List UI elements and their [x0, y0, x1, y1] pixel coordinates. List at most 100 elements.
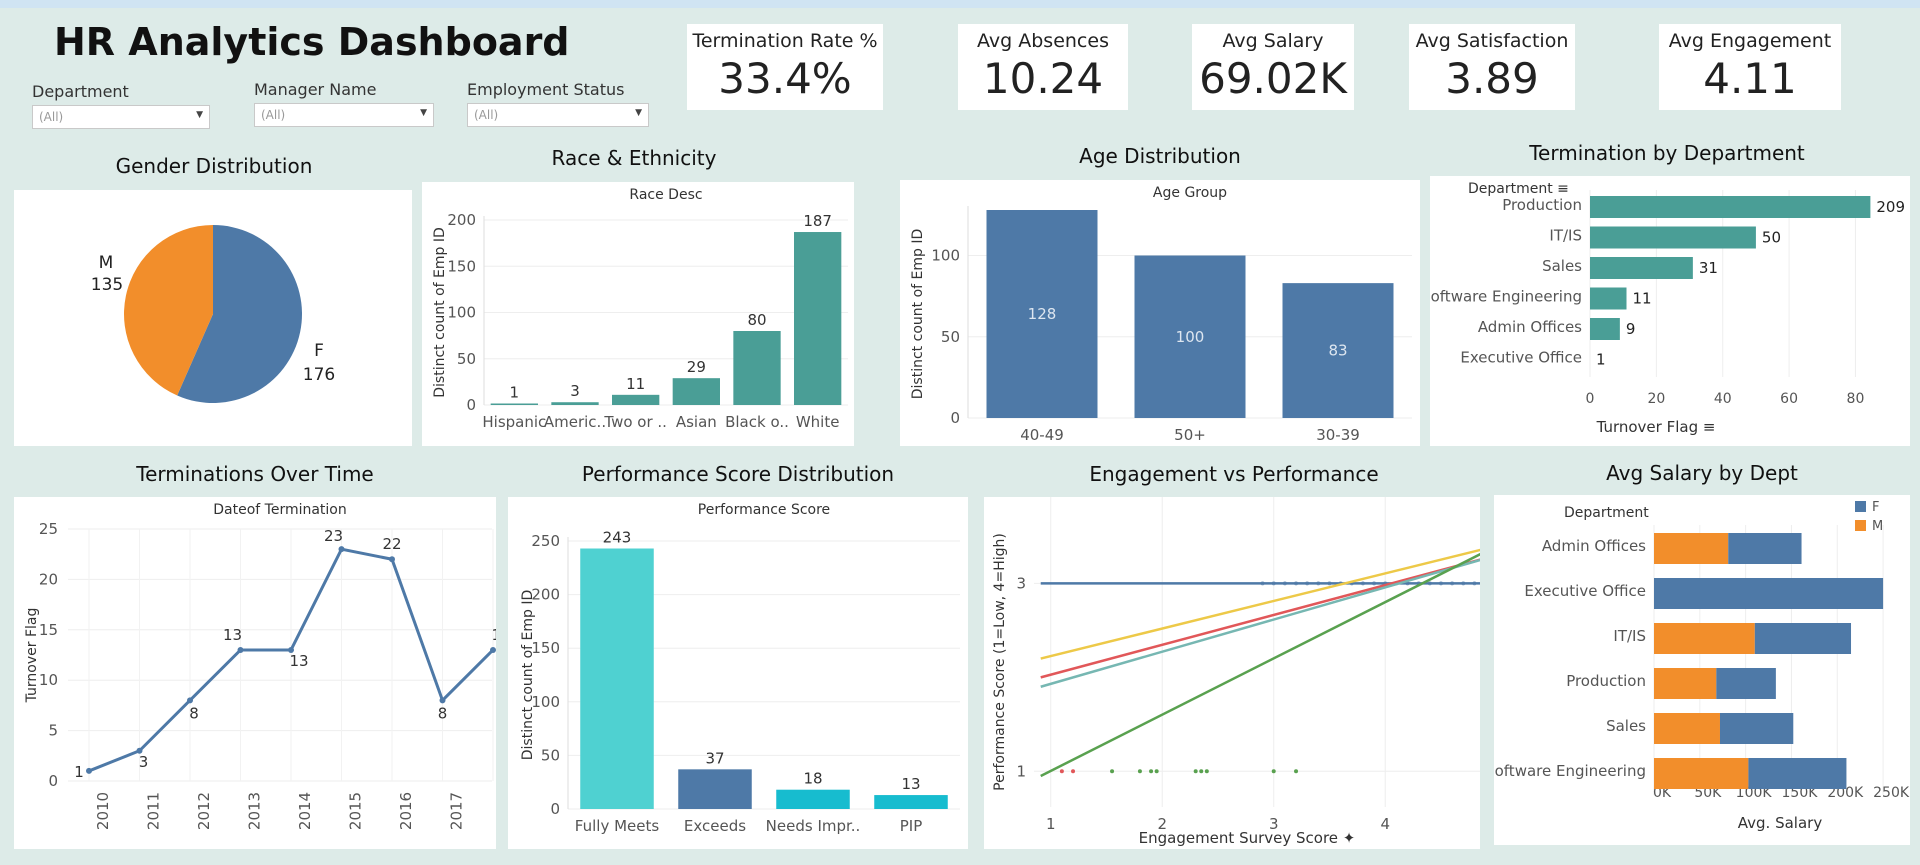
filter-dropdown[interactable]: (All) ▼ [32, 105, 210, 129]
kpi-value: 4.11 [1703, 54, 1797, 103]
salary-dept-bar-chart[interactable]: Department FM0K 50K 100K 150K 200K 250KAdmin O… [1485, 495, 1910, 845]
data-point [490, 646, 496, 653]
y-tick-label: 0 [466, 396, 476, 414]
bar-segment-m [1654, 758, 1749, 789]
y-tick-label: Production [1502, 196, 1582, 214]
data-point [439, 697, 446, 704]
y-tick-label: 50 [541, 746, 560, 764]
bar-value-label: 11 [626, 375, 645, 393]
x-tick-label: PIP [900, 817, 923, 835]
y-tick-label: 5 [48, 722, 58, 740]
data-point [338, 546, 345, 553]
bar-segment-f [1719, 713, 1794, 744]
x-axis-label: Turnover Flag ≡ [1596, 418, 1716, 436]
data-label: 13 [223, 626, 242, 644]
data-point [1059, 769, 1064, 774]
y-tick-label: Production [1566, 672, 1646, 690]
x-tick-label: 50+ [1174, 426, 1206, 444]
y-tick-label: 50 [457, 350, 476, 368]
bar-value-label: 187 [803, 212, 832, 230]
bar [551, 402, 599, 405]
panel-age: Age Group 0 50 100 Distinct count of Emp ID 1… [900, 180, 1420, 446]
y-axis-label: Turnover Flag [24, 608, 40, 704]
bar-segment-f [1728, 533, 1802, 564]
x-tick-label: 2017 [448, 792, 466, 830]
y-tick-label: Executive Office [1524, 582, 1646, 600]
bar [733, 331, 781, 405]
filter-label: Manager Name [254, 80, 377, 99]
bar-segment-m [1654, 713, 1720, 744]
filter-department[interactable]: Department (All) ▼ [32, 82, 210, 129]
x-tick-label: 2014 [296, 792, 314, 830]
y-tick-label: Sales [1606, 717, 1646, 735]
panel-title-eng-perf: Engagement vs Performance [1089, 462, 1379, 486]
x-tick-label: 20 [1647, 391, 1665, 407]
pie-label-value: 135 [91, 275, 123, 295]
legend-label: F [1872, 500, 1879, 515]
gender-pie-chart[interactable]: M135 F 176 [14, 190, 412, 446]
panel-term-time: Dateof Termination 0 5 10 15 20 25 2010 2011 2012… [14, 497, 516, 849]
chart-header: Race Desc [629, 187, 702, 203]
x-tick-label: 2012 [195, 792, 213, 830]
x-tick-label: 1 [1046, 815, 1056, 833]
x-tick-label: 80 [1847, 391, 1865, 407]
bar-segment-m [1654, 533, 1729, 564]
data-point [1204, 769, 1209, 774]
dashboard-title: HR Analytics Dashboard [54, 20, 570, 64]
filter-dropdown[interactable]: (All) ▼ [254, 103, 434, 127]
bar-segment-f [1716, 668, 1776, 699]
bar-value-label: 243 [603, 529, 632, 547]
y-tick-label: 3 [1016, 574, 1026, 592]
x-tick-label: Needs Impr.. [766, 817, 861, 835]
x-tick-label: Exceeds [684, 817, 746, 835]
x-tick-label: 40-49 [1020, 426, 1064, 444]
term-time-line-chart[interactable]: Dateof Termination 0 5 10 15 20 25 2010 2011 2012… [14, 497, 516, 849]
bar [490, 403, 538, 405]
chevron-down-icon[interactable]: ▼ [420, 108, 427, 118]
chevron-down-icon[interactable]: ▼ [635, 108, 642, 118]
x-tick-label: 2010 [94, 792, 112, 830]
bar [580, 548, 654, 809]
age-bar-chart[interactable]: Age Group 0 50 100 Distinct count of Emp ID 1… [900, 180, 1420, 446]
filter-employment-status[interactable]: Employment Status (All) ▼ [467, 80, 649, 127]
x-axis-label: Avg. Salary [1738, 814, 1823, 832]
legend-label: M [1872, 519, 1883, 534]
bar [794, 232, 842, 405]
kpi-termination-rate: Termination Rate % 33.4% [687, 24, 883, 110]
data-point [1154, 769, 1159, 774]
race-bar-chart[interactable]: Race Desc 0 50 100 150 200Distinct count of E… [422, 182, 854, 446]
x-tick-label: 4 [1380, 815, 1390, 833]
x-tick-label: 250K [1873, 785, 1910, 801]
bar-value-label: 209 [1876, 198, 1905, 216]
bar-value-label: 31 [1699, 259, 1718, 277]
kpi-value: 33.4% [718, 54, 852, 103]
bar-value-label: 29 [687, 358, 706, 376]
y-tick-label: 0 [550, 800, 560, 818]
y-tick-label: Software Engineering [1494, 762, 1646, 780]
bar [1590, 318, 1620, 340]
term-dept-bar-chart[interactable]: Department ≡ 0 20 40 60 80 Production 209 IT/IS 5… [1421, 176, 1910, 446]
y-tick-label: 15 [39, 621, 58, 639]
bar-value-label: 1 [1596, 351, 1606, 369]
panel-gender: M 135 F 176 [14, 190, 412, 446]
filter-label: Employment Status [467, 80, 625, 99]
x-tick-label: 60 [1780, 391, 1798, 407]
filter-label: Department [32, 82, 129, 101]
data-point [1271, 769, 1276, 774]
bar-value-label: 80 [747, 311, 766, 329]
chart-header: Performance Score [698, 502, 830, 518]
data-label: 23 [324, 527, 343, 545]
filter-dropdown[interactable]: (All) ▼ [467, 103, 649, 127]
y-tick-label: Admin Offices [1478, 318, 1582, 336]
eng-perf-scatter-chart[interactable]: 1 2 3 413Engagement Survey Score ✦Performan… [984, 497, 1498, 849]
bar [776, 789, 850, 809]
x-tick-label: Hispanic [482, 413, 546, 431]
data-point [1149, 769, 1154, 774]
bar [612, 394, 660, 405]
perf-bar-chart[interactable]: Performance Score050100150200250Distinct… [508, 497, 968, 849]
kpi-avg-absences: Avg Absences 10.24 [958, 24, 1128, 110]
trend-line [1040, 544, 1498, 660]
chevron-down-icon[interactable]: ▼ [196, 110, 203, 120]
filter-manager[interactable]: Manager Name (All) ▼ [254, 80, 434, 127]
y-tick-label: 1 [1016, 762, 1026, 780]
